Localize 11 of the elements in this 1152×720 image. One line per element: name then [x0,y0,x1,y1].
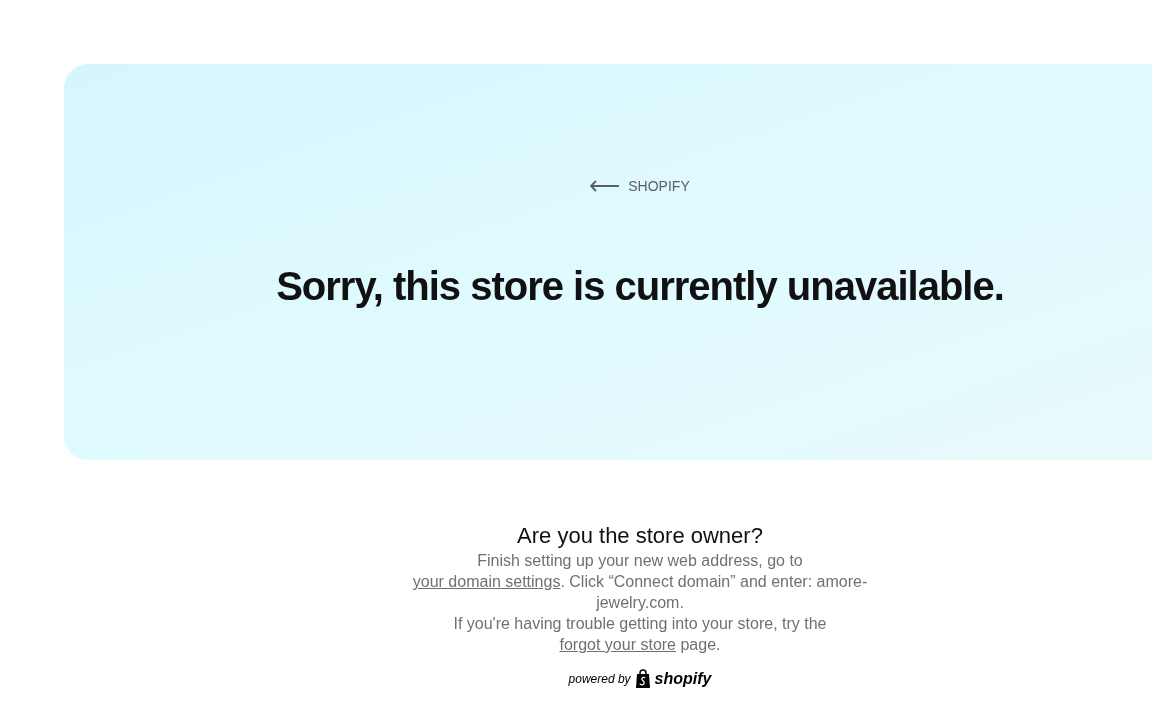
powered-by-text: powered by [568,671,631,687]
help-text: If you're having trouble getting into your store, try the forgot your store page. [452,614,828,655]
shopping-bag-icon [634,669,651,689]
arrow-left-icon [590,180,621,192]
help-link[interactable]: your domain settings [412,573,561,590]
page-heading: Sorry, this store is currently unavailable. [276,263,1004,310]
help-text: Finish setting up your new web address, go to your domain settings. Click “Connect domain” and enter: amore-jewelry.com. [411,551,869,613]
help-link[interactable]: forgot your store [559,636,676,653]
brand-wordmark: shopify [654,669,712,689]
owner-heading: Are you the store owner? [517,522,763,550]
back-link[interactable]: SHOPIFY [590,176,690,196]
